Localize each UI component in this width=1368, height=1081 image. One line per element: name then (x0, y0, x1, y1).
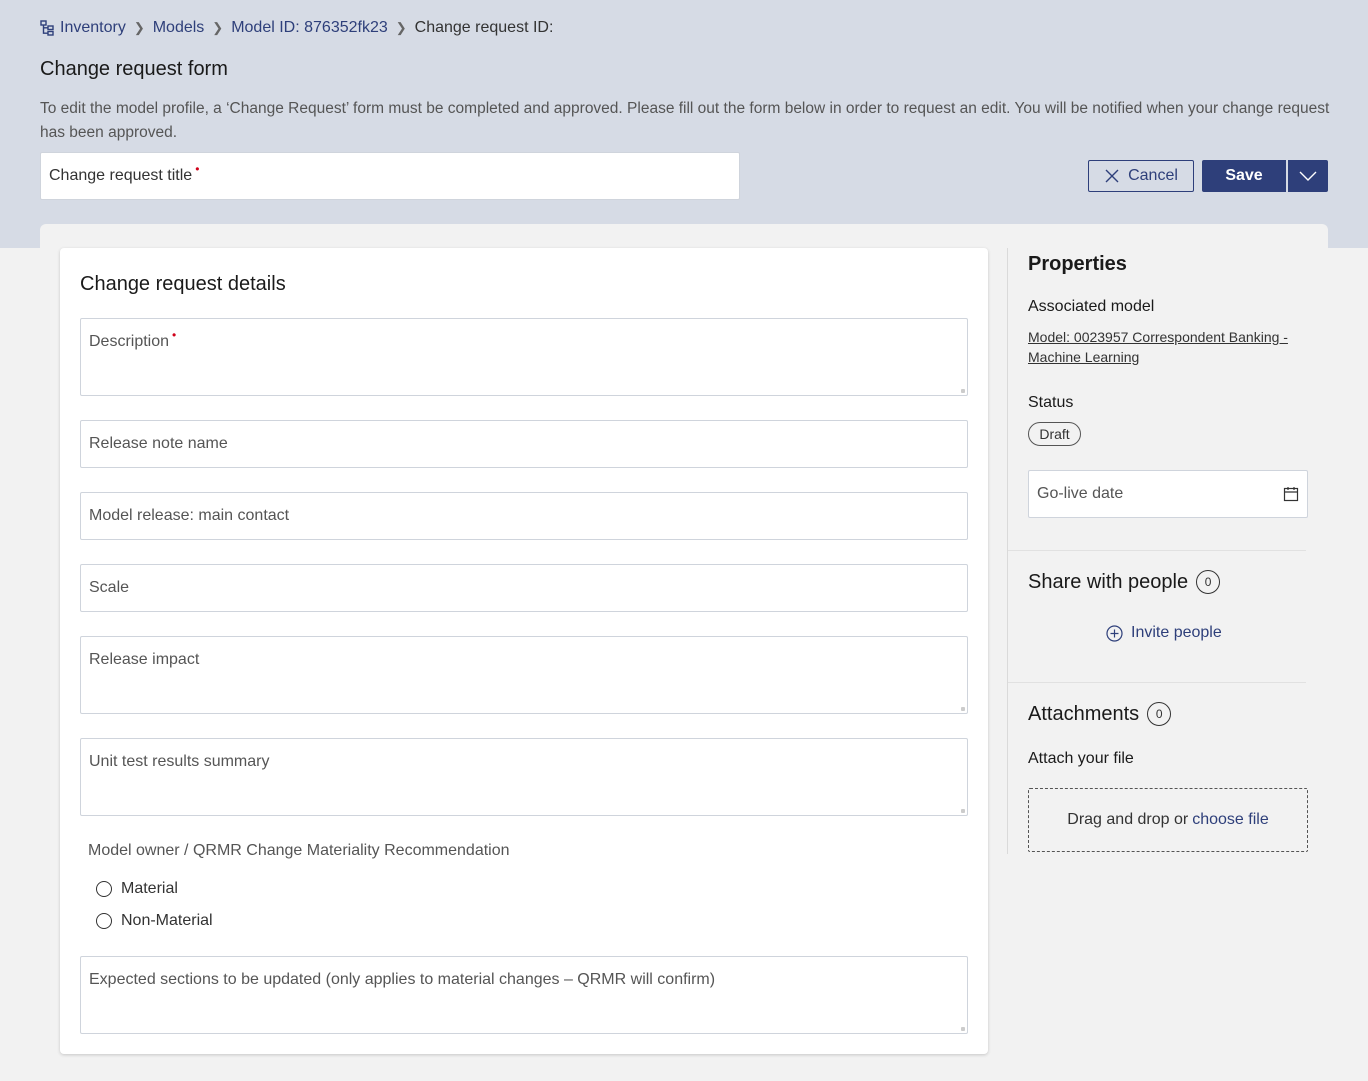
release-note-name-label: Release note name (89, 435, 228, 452)
breadcrumb: Inventory ❯ Models ❯ Model ID: 876352fk2… (40, 18, 553, 38)
associated-model-label: Associated model (1028, 298, 1155, 315)
cancel-label: Cancel (1128, 167, 1178, 184)
attachments-count-badge: 0 (1147, 702, 1172, 726)
properties-title: Properties (1028, 253, 1127, 275)
radio-non-material-label: Non-Material (121, 912, 213, 929)
details-title: Change request details (80, 273, 286, 295)
sidebar-divider (1007, 248, 1008, 854)
release-impact-label: Release impact (89, 651, 200, 668)
description-label: Description (89, 333, 170, 350)
breadcrumb-model-id[interactable]: Model ID: 876352fk23 (231, 19, 388, 37)
chevron-right-icon: ❯ (212, 20, 224, 35)
invite-people-label: Invite people (1131, 624, 1222, 641)
share-count-badge: 0 (1196, 570, 1221, 594)
share-title: Share with people 0 (1028, 570, 1221, 594)
resize-handle[interactable] (961, 1027, 965, 1031)
calendar-icon[interactable] (1283, 486, 1299, 502)
radio-circle[interactable] (96, 881, 112, 897)
resize-handle[interactable] (961, 707, 965, 711)
radio-material[interactable]: Material (96, 880, 178, 898)
chevron-right-icon: ❯ (395, 20, 407, 35)
radio-non-material[interactable]: Non-Material (96, 912, 213, 930)
dropzone-text: Drag and drop or (1067, 811, 1189, 828)
associated-model-link[interactable]: Model: 0023957 Correspondent Banking - M… (1028, 327, 1308, 367)
description-field[interactable]: Description • (80, 318, 968, 396)
resize-handle[interactable] (961, 809, 965, 813)
hierarchy-icon (40, 20, 54, 36)
go-live-date-field[interactable]: Go-live date (1028, 470, 1308, 518)
status-badge: Draft (1028, 422, 1081, 446)
save-button[interactable]: Save (1202, 160, 1286, 192)
breadcrumb-current: Change request ID: (414, 19, 554, 36)
plus-circle-icon (1106, 624, 1123, 642)
choose-file-link[interactable]: choose file (1192, 811, 1269, 829)
unit-test-summary-field[interactable]: Unit test results summary (80, 738, 968, 816)
title-placeholder: Change request title (49, 167, 193, 184)
radio-circle[interactable] (96, 913, 112, 929)
invite-people-button[interactable]: Invite people (1106, 624, 1222, 642)
radio-material-label: Material (121, 880, 178, 897)
status-label: Status (1028, 394, 1074, 411)
scale-field[interactable]: Scale (80, 564, 968, 612)
chevron-down-icon (1299, 171, 1317, 181)
save-options-button[interactable] (1288, 160, 1328, 192)
section-divider (1008, 550, 1306, 551)
expected-sections-label: Expected sections to be updated (only ap… (89, 971, 716, 988)
intro-text: To edit the model profile, a ‘Change Req… (40, 100, 1330, 141)
scale-label: Scale (89, 579, 130, 596)
section-divider (1008, 682, 1306, 683)
details-card: Change request details Description • Rele… (60, 248, 988, 1054)
breadcrumb-models[interactable]: Models (153, 19, 205, 37)
chevron-right-icon: ❯ (133, 20, 145, 35)
share-title-text: Share with people (1028, 570, 1189, 593)
attach-file-label: Attach your file (1028, 750, 1134, 767)
attachments-title: Attachments 0 (1028, 702, 1172, 726)
resize-handle[interactable] (961, 389, 965, 393)
unit-test-summary-label: Unit test results summary (89, 753, 270, 770)
page-title: Change request form (40, 58, 228, 80)
required-mark: • (172, 328, 177, 342)
go-live-date-label: Go-live date (1037, 485, 1124, 502)
attachments-title-text: Attachments (1028, 702, 1140, 725)
breadcrumb-inventory[interactable]: Inventory (60, 19, 126, 37)
release-impact-field[interactable]: Release impact (80, 636, 968, 714)
main-contact-field[interactable]: Model release: main contact (80, 492, 968, 540)
close-icon (1105, 169, 1119, 183)
main-contact-label: Model release: main contact (89, 507, 290, 524)
file-dropzone[interactable]: Drag and drop or choose file (1028, 788, 1308, 852)
cancel-button[interactable]: Cancel (1088, 160, 1194, 192)
required-mark: • (195, 162, 200, 176)
release-note-name-field[interactable]: Release note name (80, 420, 968, 468)
expected-sections-field[interactable]: Expected sections to be updated (only ap… (80, 956, 968, 1034)
materiality-label: Model owner / QRMR Change Materiality Re… (88, 842, 510, 859)
change-request-title-input[interactable]: Change request title • (40, 152, 740, 200)
